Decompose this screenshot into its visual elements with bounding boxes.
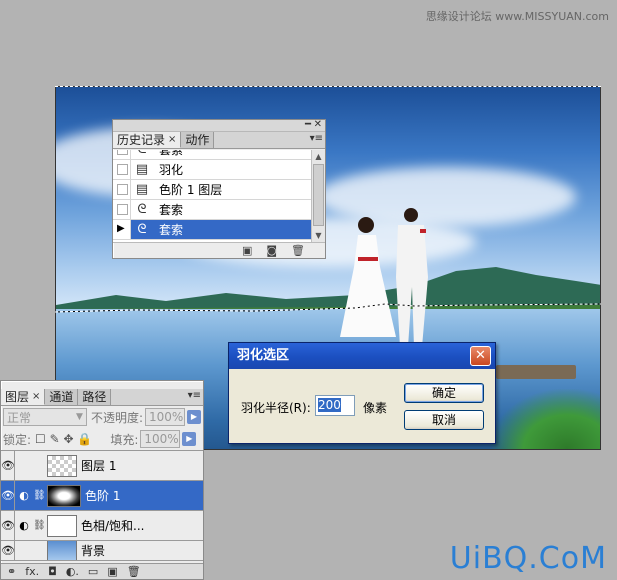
document-icon: ▤	[135, 182, 149, 197]
layer-thumbnail	[47, 541, 77, 560]
history-item-selected[interactable]: ▶ ᘓ 套索	[113, 220, 311, 240]
layer-name: 图层 1	[81, 459, 117, 473]
lasso-icon: ᘓ	[131, 150, 153, 157]
layer-row[interactable]: 👁 背景	[1, 541, 203, 561]
selection-marquee	[55, 303, 601, 313]
trash-icon[interactable]: 🗑	[127, 565, 141, 578]
lock-label: 锁定:	[3, 432, 32, 447]
layer-style-icon[interactable]: fx.	[25, 565, 39, 578]
chain-link-icon[interactable]: ⛓	[33, 520, 46, 531]
layer-mask-thumbnail[interactable]	[47, 514, 77, 537]
blend-row: 正常 ▼ 不透明度: 100% ▶	[1, 406, 203, 428]
wedding-couple	[340, 208, 428, 347]
adjustment-hue-saturation-icon: ◐	[19, 519, 29, 532]
brand-logo: UiBQ.CoM	[449, 541, 607, 576]
eye-icon[interactable]: 👁	[1, 481, 15, 510]
grass	[490, 389, 600, 449]
tab-close-icon[interactable]: ×	[168, 132, 176, 148]
history-brush-icon[interactable]: ▶	[113, 220, 131, 239]
feather-radius-label: 羽化半径(R):	[241, 401, 311, 415]
tab-paths[interactable]: 路径	[78, 389, 112, 405]
opacity-input[interactable]: 100%	[145, 408, 185, 426]
wooden-dock	[496, 365, 576, 379]
layer-row-selected[interactable]: 👁 ◐ ⛓ 色阶 1	[1, 481, 203, 511]
history-item[interactable]: ▤ 羽化	[113, 160, 311, 180]
chain-link-icon[interactable]: ⛓	[33, 490, 46, 501]
feather-selection-dialog: 羽化选区 ✕ 羽化半径(R): 200 像素 确定 取消	[228, 342, 496, 444]
tab-actions[interactable]: 动作	[181, 132, 215, 148]
opacity-label: 不透明度:	[90, 410, 144, 425]
history-item[interactable]: ▤ 色阶 1 图层	[113, 180, 311, 200]
layer-thumbnail	[47, 454, 77, 477]
close-icon[interactable]: ✕	[314, 120, 322, 130]
tab-channels[interactable]: 通道	[45, 389, 79, 405]
close-icon[interactable]: ✕	[470, 346, 491, 366]
camera-icon[interactable]: ◙	[266, 244, 277, 257]
trash-icon[interactable]: 🗑	[291, 244, 305, 257]
history-tabs: 历史记录 × 动作 ▾≡	[113, 132, 325, 149]
layers-panel: 图层 × 通道 路径 ▾≡ 正常 ▼ 不透明度: 100% ▶ 锁定: ☐ ✎ ✥…	[0, 380, 204, 580]
scroll-thumb[interactable]	[313, 164, 324, 226]
document-icon: ▤	[135, 162, 149, 177]
history-item[interactable]: ᘓ 套索	[113, 150, 311, 160]
layer-name: 色相/饱和...	[81, 519, 145, 533]
layers-tabs: 图层 × 通道 路径 ▾≡	[1, 389, 203, 406]
history-footer: ▣ ◙ 🗑	[113, 242, 325, 258]
watermark: 思缘设计论坛 www.MISSYUAN.com	[425, 10, 609, 23]
scroll-up-icon[interactable]: ▲	[312, 150, 325, 163]
snapshot-checkbox[interactable]	[113, 200, 131, 219]
feather-radius-input[interactable]: 200	[315, 395, 355, 416]
layer-name: 背景	[81, 544, 106, 558]
snapshot-checkbox[interactable]	[113, 160, 131, 179]
snapshot-checkbox[interactable]	[113, 150, 131, 159]
scroll-down-icon[interactable]: ▼	[312, 229, 325, 242]
new-document-from-state-icon[interactable]: ▣	[242, 244, 252, 257]
tab-layers[interactable]: 图层 ×	[1, 389, 46, 405]
history-item[interactable]: ᘓ 套索	[113, 200, 311, 220]
lock-icons[interactable]: ☐ ✎ ✥ 🔒	[35, 432, 92, 446]
new-adjustment-layer-icon[interactable]: ◐.	[66, 565, 79, 578]
history-panel: ━ ✕ 历史记录 × 动作 ▾≡ ᘓ 套索 ▤ 羽化 ▤ 色阶 1 图层	[112, 119, 326, 259]
minimize-icon[interactable]: ━	[305, 120, 311, 130]
chevron-down-icon: ▼	[76, 412, 83, 422]
snapshot-checkbox[interactable]	[113, 180, 131, 199]
layers-footer: ⚭ fx. ◘ ◐. ▭ ▣ 🗑	[1, 563, 203, 579]
panel-menu-icon[interactable]: ▾≡	[188, 390, 201, 401]
fill-label: 填充:	[110, 432, 139, 447]
lasso-icon: ᘓ	[137, 202, 147, 217]
new-group-icon[interactable]: ▭	[88, 565, 98, 578]
unit-label: 像素	[363, 401, 388, 415]
fill-slider-arrow-icon[interactable]: ▶	[182, 432, 197, 446]
selection-marquee-top	[55, 86, 601, 87]
new-layer-icon[interactable]: ▣	[107, 565, 117, 578]
lock-row: 锁定: ☐ ✎ ✥ 🔒 填充: 100% ▶	[1, 428, 203, 450]
layer-list: 👁 图层 1 👁 ◐ ⛓ 色阶 1 👁 ◐ ⛓ 色相/饱和... 👁 背景	[1, 450, 203, 561]
layer-name: 色阶 1	[85, 489, 121, 503]
lasso-icon: ᘓ	[137, 222, 147, 237]
ok-button[interactable]: 确定	[404, 383, 484, 403]
eye-icon[interactable]: 👁	[1, 511, 15, 540]
blend-mode-select[interactable]: 正常 ▼	[3, 408, 87, 426]
link-layers-icon[interactable]: ⚭	[7, 565, 16, 578]
history-scrollbar[interactable]: ▲ ▼	[311, 150, 325, 242]
layer-row[interactable]: 👁 ◐ ⛓ 色相/饱和...	[1, 511, 203, 541]
tab-close-icon[interactable]: ×	[32, 389, 40, 405]
fill-input[interactable]: 100%	[140, 430, 181, 448]
tab-history[interactable]: 历史记录 ×	[113, 132, 182, 148]
opacity-slider-arrow-icon[interactable]: ▶	[187, 410, 201, 424]
layer-row[interactable]: 👁 图层 1	[1, 451, 203, 481]
dialog-titlebar[interactable]: 羽化选区 ✕	[229, 343, 495, 369]
panel-titlebar[interactable]: ━ ✕	[113, 120, 325, 132]
add-mask-icon[interactable]: ◘	[48, 565, 57, 578]
history-list: ᘓ 套索 ▤ 羽化 ▤ 色阶 1 图层 ᘓ 套索 ▶ ᘓ 套索	[113, 150, 311, 242]
cancel-button[interactable]: 取消	[404, 410, 484, 430]
layer-mask-thumbnail[interactable]	[47, 484, 81, 507]
panel-menu-icon[interactable]: ▾≡	[310, 133, 323, 144]
adjustment-levels-icon: ◐	[19, 489, 29, 502]
eye-icon[interactable]: 👁	[1, 451, 15, 480]
eye-icon[interactable]: 👁	[1, 541, 15, 560]
